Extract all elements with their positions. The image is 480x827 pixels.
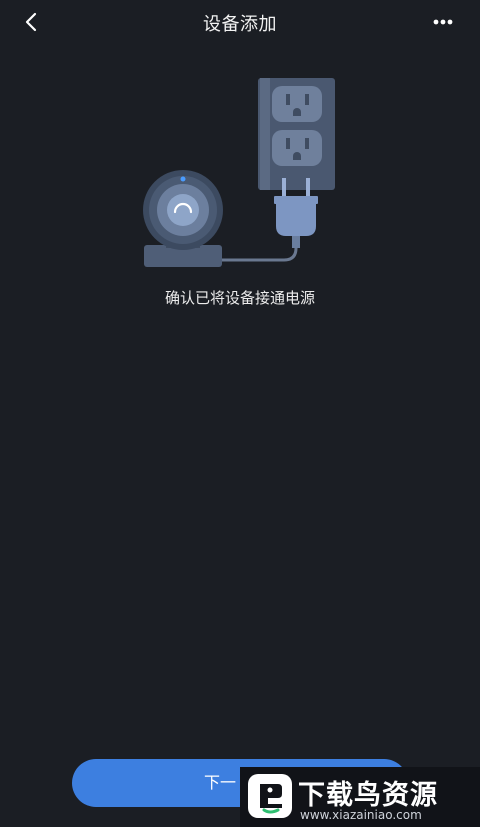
more-button[interactable] [430, 10, 460, 34]
watermark-title: 下载鸟资源 [298, 780, 438, 811]
device-power-illustration [143, 78, 335, 267]
bird-logo-icon [248, 774, 292, 818]
more-horizontal-icon [433, 19, 453, 25]
next-button-label: 下一 [203, 773, 236, 792]
power-instruction-text: 确认已将设备接通电源 [164, 289, 315, 307]
power-outlet-icon [258, 78, 335, 190]
camera-icon [143, 170, 223, 267]
watermark-url: www.xiazainiao.com [300, 808, 422, 822]
power-cable [222, 247, 298, 262]
page-title: 设备添加 [203, 14, 277, 35]
header-bar: 设备添加 [0, 0, 480, 44]
site-watermark: 下载鸟资源 www.xiazainiao.com [240, 767, 480, 827]
